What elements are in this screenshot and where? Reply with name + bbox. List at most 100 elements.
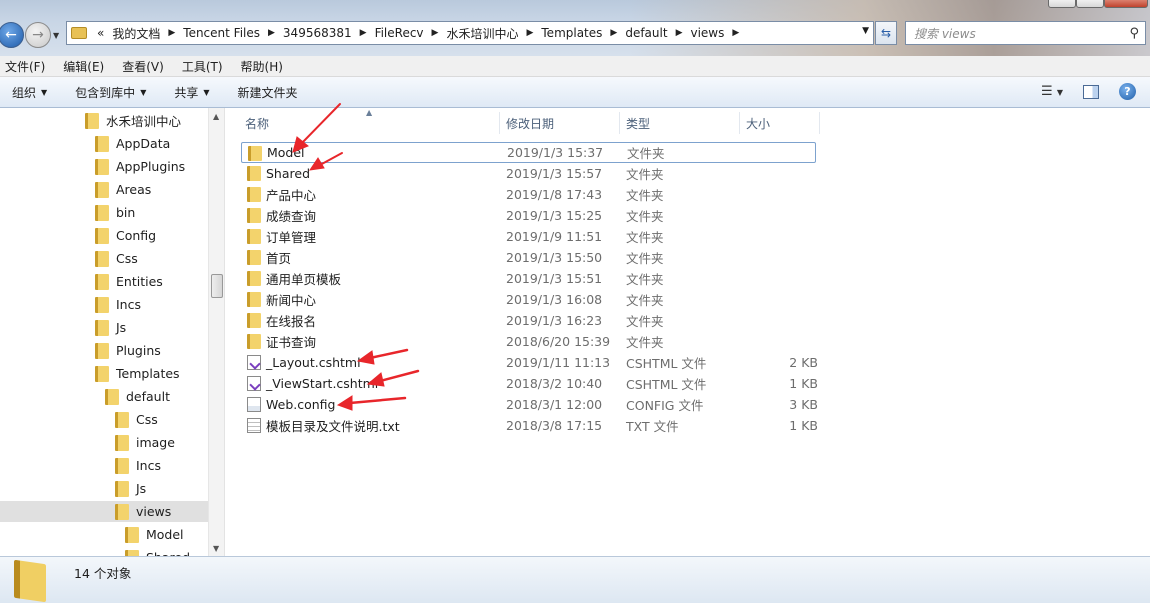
column-header-size[interactable]: 大小: [740, 112, 820, 134]
file-date: 2019/1/3 16:23: [506, 313, 603, 328]
file-type: CSHTML 文件: [626, 356, 707, 371]
file-row[interactable]: 证书查询 2018/6/20 15:39 文件夹: [241, 331, 816, 352]
file-row[interactable]: Model 2019/1/3 15:37 文件夹: [241, 142, 816, 163]
cshtml-file-icon: [247, 355, 261, 370]
navigation-pane: Shared Model views Js Incs image Css default Tem…: [0, 108, 225, 556]
file-row[interactable]: 模板目录及文件说明.txt 2018/3/8 17:15 TXT 文件 1 KB: [241, 415, 818, 436]
file-date: 2019/1/3 15:37: [507, 145, 604, 160]
menu-item[interactable]: 查看(V): [122, 58, 164, 75]
tree-item[interactable]: 水禾培训中心: [85, 110, 181, 131]
tree-item[interactable]: default: [105, 386, 170, 407]
file-date: 2019/1/8 17:43: [506, 187, 603, 202]
breadcrumb-separator-icon[interactable]: ▶: [164, 28, 179, 38]
file-name: 订单管理: [266, 230, 317, 245]
menu-item[interactable]: 文件(F): [5, 58, 45, 75]
new-folder-button[interactable]: 新建文件夹: [238, 84, 298, 101]
file-name: Shared: [266, 166, 311, 181]
tree-item-label: Css: [116, 251, 138, 266]
file-row[interactable]: _Layout.cshtml 2019/1/11 11:13 CSHTML 文件 2 …: [241, 352, 818, 373]
breadcrumb-item[interactable]: 349568381: [279, 26, 356, 40]
share-button[interactable]: 共享 ▼: [174, 84, 209, 101]
breadcrumb-item[interactable]: Templates: [537, 26, 606, 40]
breadcrumb-item[interactable]: default: [621, 26, 671, 40]
change-view-button[interactable]: ☰ ▼: [1041, 84, 1063, 99]
tree-item[interactable]: image: [115, 432, 175, 453]
folder-icon: [115, 480, 129, 497]
column-header-type[interactable]: 类型: [620, 112, 740, 134]
tree-item[interactable]: AppPlugins: [95, 156, 185, 177]
tree-item[interactable]: Templates: [95, 363, 180, 384]
address-box[interactable]: « 我的文档 ▶ Tencent Files ▶ 349568381 ▶ FileRecv ▶…: [66, 21, 874, 45]
scroll-thumb[interactable]: [211, 274, 223, 298]
tree-item[interactable]: Css: [115, 409, 158, 430]
maximize-button[interactable]: [1076, 0, 1104, 8]
column-header-name[interactable]: 名称: [239, 112, 500, 134]
tree-item[interactable]: views: [0, 501, 208, 522]
breadcrumb-separator-icon[interactable]: ▶: [606, 28, 621, 38]
tree-item[interactable]: Plugins: [95, 340, 161, 361]
recent-pages-dropdown[interactable]: ▼: [53, 31, 59, 40]
help-icon[interactable]: ?: [1119, 83, 1136, 100]
chevron-down-icon[interactable]: ▼: [862, 26, 869, 36]
menu-item[interactable]: 编辑(E): [63, 58, 104, 75]
breadcrumb-separator-icon[interactable]: ▶: [522, 28, 537, 38]
tree-item[interactable]: Js: [95, 317, 126, 338]
breadcrumb-separator-icon[interactable]: ▶: [428, 28, 443, 38]
breadcrumb-overflow[interactable]: «: [93, 26, 108, 40]
tree-item-label: views: [136, 504, 172, 519]
breadcrumb-item[interactable]: views: [686, 26, 728, 40]
close-button[interactable]: [1104, 0, 1148, 8]
search-icon[interactable]: ⚲: [1129, 26, 1139, 41]
breadcrumb-item[interactable]: FileRecv: [371, 26, 428, 40]
breadcrumb-separator-icon[interactable]: ▶: [728, 28, 743, 38]
file-name: 在线报名: [266, 314, 317, 329]
status-bar: 14 个对象: [0, 556, 1150, 603]
tree-item[interactable]: Areas: [95, 179, 151, 200]
file-row[interactable]: 产品中心 2019/1/8 17:43 文件夹: [241, 184, 816, 205]
include-library-button[interactable]: 包含到库中 ▼: [75, 84, 146, 101]
tree-item[interactable]: Incs: [95, 294, 141, 315]
file-row[interactable]: Shared 2019/1/3 15:57 文件夹: [241, 163, 816, 184]
file-row[interactable]: _ViewStart.cshtml 2018/3/2 10:40 CSHTML 文件…: [241, 373, 818, 394]
menu-item[interactable]: 帮助(H): [241, 58, 283, 75]
minimize-button[interactable]: [1048, 0, 1076, 8]
refresh-button[interactable]: ⇆: [875, 21, 897, 45]
tree-item[interactable]: Entities: [95, 271, 163, 292]
file-row[interactable]: Web.config 2018/3/1 12:00 CONFIG 文件 3 KB: [241, 394, 818, 415]
breadcrumb-separator-icon[interactable]: ▶: [264, 28, 279, 38]
breadcrumb-item[interactable]: Tencent Files: [179, 26, 264, 40]
folder-icon: [85, 112, 99, 129]
tree-item[interactable]: Shared: [125, 547, 190, 556]
scroll-down-icon[interactable]: ▼: [213, 544, 219, 553]
file-row[interactable]: 新闻中心 2019/1/3 16:08 文件夹: [241, 289, 816, 310]
back-button[interactable]: ←: [0, 22, 24, 48]
tree-item-label: AppData: [116, 136, 171, 151]
scroll-up-icon[interactable]: ▲: [213, 112, 219, 121]
tree-item[interactable]: Model: [125, 524, 184, 545]
file-type: 文件夹: [627, 146, 665, 161]
tree-item[interactable]: bin: [95, 202, 135, 223]
search-input[interactable]: 搜索 views ⚲: [905, 21, 1146, 45]
file-row[interactable]: 在线报名 2019/1/3 16:23 文件夹: [241, 310, 816, 331]
tree-item[interactable]: Js: [115, 478, 146, 499]
tree-item[interactable]: Incs: [115, 455, 161, 476]
folder-icon: [95, 204, 109, 221]
file-row[interactable]: 订单管理 2019/1/9 11:51 文件夹: [241, 226, 816, 247]
file-type: 文件夹: [626, 251, 664, 266]
file-row[interactable]: 通用单页模板 2019/1/3 15:51 文件夹: [241, 268, 816, 289]
nav-scrollbar[interactable]: ▲ ▼: [208, 108, 224, 556]
forward-button[interactable]: →: [25, 22, 51, 48]
tree-item[interactable]: Config: [95, 225, 156, 246]
menu-item[interactable]: 工具(T): [182, 58, 223, 75]
tree-item[interactable]: Css: [95, 248, 138, 269]
file-row[interactable]: 成绩查询 2019/1/3 15:25 文件夹: [241, 205, 816, 226]
tree-item[interactable]: AppData: [95, 133, 170, 154]
breadcrumb-item[interactable]: 水禾培训中心: [442, 25, 522, 42]
organize-button[interactable]: 组织 ▼: [12, 84, 47, 101]
breadcrumb-separator-icon[interactable]: ▶: [672, 28, 687, 38]
preview-pane-icon[interactable]: [1083, 84, 1099, 99]
file-row[interactable]: 首页 2019/1/3 15:50 文件夹: [241, 247, 816, 268]
breadcrumb-separator-icon[interactable]: ▶: [356, 28, 371, 38]
breadcrumb-item[interactable]: 我的文档: [108, 25, 164, 42]
column-header-date[interactable]: 修改日期: [500, 112, 620, 134]
